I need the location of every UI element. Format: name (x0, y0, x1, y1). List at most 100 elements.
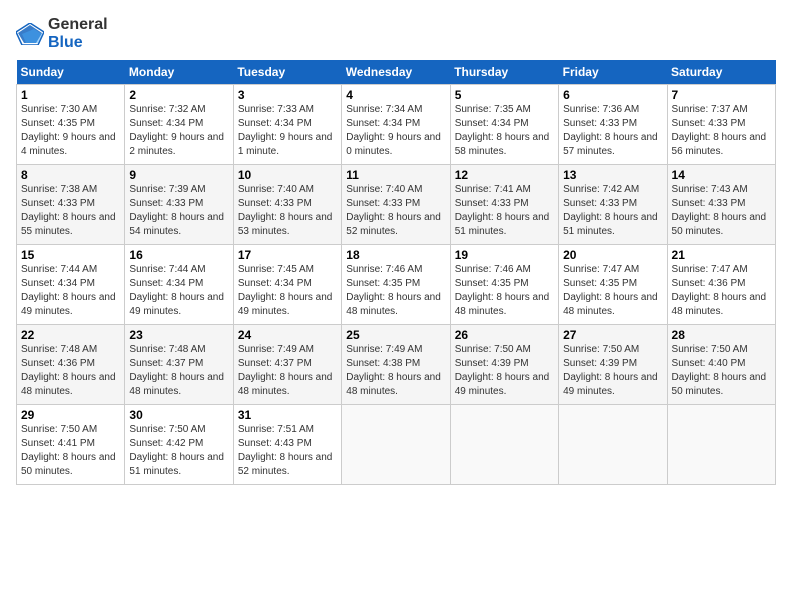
day-info: Sunrise: 7:48 AMSunset: 4:37 PMDaylight:… (129, 344, 224, 397)
day-info: Sunrise: 7:34 AMSunset: 4:34 PMDaylight:… (346, 104, 441, 157)
day-number: 6 (563, 88, 662, 102)
day-number: 4 (346, 88, 445, 102)
day-number: 10 (238, 168, 337, 182)
day-number: 16 (129, 248, 228, 262)
day-number: 27 (563, 328, 662, 342)
day-number: 25 (346, 328, 445, 342)
day-number: 24 (238, 328, 337, 342)
header: General Blue (16, 16, 776, 52)
day-info: Sunrise: 7:49 AMSunset: 4:38 PMDaylight:… (346, 344, 441, 397)
header-tuesday: Tuesday (233, 60, 341, 85)
day-info: Sunrise: 7:51 AMSunset: 4:43 PMDaylight:… (238, 424, 333, 477)
calendar-cell: 6 Sunrise: 7:36 AMSunset: 4:33 PMDayligh… (559, 85, 667, 165)
header-sunday: Sunday (17, 60, 125, 85)
calendar-cell: 23 Sunrise: 7:48 AMSunset: 4:37 PMDaylig… (125, 325, 233, 405)
day-info: Sunrise: 7:32 AMSunset: 4:34 PMDaylight:… (129, 104, 224, 157)
calendar-cell: 13 Sunrise: 7:42 AMSunset: 4:33 PMDaylig… (559, 165, 667, 245)
day-number: 28 (672, 328, 771, 342)
calendar-cell: 28 Sunrise: 7:50 AMSunset: 4:40 PMDaylig… (667, 325, 775, 405)
day-number: 29 (21, 408, 120, 422)
calendar-cell (450, 405, 558, 485)
calendar-cell: 30 Sunrise: 7:50 AMSunset: 4:42 PMDaylig… (125, 405, 233, 485)
calendar-cell: 16 Sunrise: 7:44 AMSunset: 4:34 PMDaylig… (125, 245, 233, 325)
calendar-week-row: 29 Sunrise: 7:50 AMSunset: 4:41 PMDaylig… (17, 405, 776, 485)
calendar-cell: 1 Sunrise: 7:30 AMSunset: 4:35 PMDayligh… (17, 85, 125, 165)
day-number: 14 (672, 168, 771, 182)
calendar-cell (559, 405, 667, 485)
logo-blue: Blue (48, 34, 83, 51)
day-number: 13 (563, 168, 662, 182)
weekday-header-row: Sunday Monday Tuesday Wednesday Thursday… (17, 60, 776, 85)
day-info: Sunrise: 7:35 AMSunset: 4:34 PMDaylight:… (455, 104, 550, 157)
day-number: 31 (238, 408, 337, 422)
day-info: Sunrise: 7:50 AMSunset: 4:39 PMDaylight:… (455, 344, 550, 397)
day-number: 3 (238, 88, 337, 102)
calendar-cell: 11 Sunrise: 7:40 AMSunset: 4:33 PMDaylig… (342, 165, 450, 245)
day-info: Sunrise: 7:30 AMSunset: 4:35 PMDaylight:… (21, 104, 116, 157)
day-info: Sunrise: 7:44 AMSunset: 4:34 PMDaylight:… (21, 264, 116, 317)
calendar-cell: 22 Sunrise: 7:48 AMSunset: 4:36 PMDaylig… (17, 325, 125, 405)
calendar-week-row: 15 Sunrise: 7:44 AMSunset: 4:34 PMDaylig… (17, 245, 776, 325)
header-friday: Friday (559, 60, 667, 85)
calendar-cell: 9 Sunrise: 7:39 AMSunset: 4:33 PMDayligh… (125, 165, 233, 245)
header-monday: Monday (125, 60, 233, 85)
calendar-cell: 8 Sunrise: 7:38 AMSunset: 4:33 PMDayligh… (17, 165, 125, 245)
day-info: Sunrise: 7:50 AMSunset: 4:42 PMDaylight:… (129, 424, 224, 477)
calendar-cell: 12 Sunrise: 7:41 AMSunset: 4:33 PMDaylig… (450, 165, 558, 245)
day-info: Sunrise: 7:50 AMSunset: 4:40 PMDaylight:… (672, 344, 767, 397)
day-info: Sunrise: 7:43 AMSunset: 4:33 PMDaylight:… (672, 184, 767, 237)
day-number: 22 (21, 328, 120, 342)
day-number: 30 (129, 408, 228, 422)
day-info: Sunrise: 7:39 AMSunset: 4:33 PMDaylight:… (129, 184, 224, 237)
calendar-cell: 25 Sunrise: 7:49 AMSunset: 4:38 PMDaylig… (342, 325, 450, 405)
day-number: 15 (21, 248, 120, 262)
day-number: 8 (21, 168, 120, 182)
day-number: 9 (129, 168, 228, 182)
page-container: General Blue Sunday Monday Tuesday Wedne… (0, 0, 792, 493)
calendar-cell (667, 405, 775, 485)
day-number: 21 (672, 248, 771, 262)
header-saturday: Saturday (667, 60, 775, 85)
day-info: Sunrise: 7:46 AMSunset: 4:35 PMDaylight:… (346, 264, 441, 317)
calendar-cell: 7 Sunrise: 7:37 AMSunset: 4:33 PMDayligh… (667, 85, 775, 165)
calendar-table: Sunday Monday Tuesday Wednesday Thursday… (16, 60, 776, 485)
day-info: Sunrise: 7:41 AMSunset: 4:33 PMDaylight:… (455, 184, 550, 237)
day-info: Sunrise: 7:47 AMSunset: 4:36 PMDaylight:… (672, 264, 767, 317)
day-number: 5 (455, 88, 554, 102)
calendar-cell (342, 405, 450, 485)
header-wednesday: Wednesday (342, 60, 450, 85)
day-number: 2 (129, 88, 228, 102)
day-info: Sunrise: 7:42 AMSunset: 4:33 PMDaylight:… (563, 184, 658, 237)
calendar-cell: 20 Sunrise: 7:47 AMSunset: 4:35 PMDaylig… (559, 245, 667, 325)
day-info: Sunrise: 7:36 AMSunset: 4:33 PMDaylight:… (563, 104, 658, 157)
day-number: 7 (672, 88, 771, 102)
calendar-week-row: 1 Sunrise: 7:30 AMSunset: 4:35 PMDayligh… (17, 85, 776, 165)
calendar-cell: 29 Sunrise: 7:50 AMSunset: 4:41 PMDaylig… (17, 405, 125, 485)
calendar-cell: 15 Sunrise: 7:44 AMSunset: 4:34 PMDaylig… (17, 245, 125, 325)
day-info: Sunrise: 7:37 AMSunset: 4:33 PMDaylight:… (672, 104, 767, 157)
calendar-cell: 4 Sunrise: 7:34 AMSunset: 4:34 PMDayligh… (342, 85, 450, 165)
logo-icon (16, 23, 44, 45)
calendar-cell: 21 Sunrise: 7:47 AMSunset: 4:36 PMDaylig… (667, 245, 775, 325)
day-number: 26 (455, 328, 554, 342)
calendar-cell: 26 Sunrise: 7:50 AMSunset: 4:39 PMDaylig… (450, 325, 558, 405)
day-number: 1 (21, 88, 120, 102)
day-info: Sunrise: 7:46 AMSunset: 4:35 PMDaylight:… (455, 264, 550, 317)
calendar-cell: 10 Sunrise: 7:40 AMSunset: 4:33 PMDaylig… (233, 165, 341, 245)
day-info: Sunrise: 7:44 AMSunset: 4:34 PMDaylight:… (129, 264, 224, 317)
day-number: 18 (346, 248, 445, 262)
day-info: Sunrise: 7:47 AMSunset: 4:35 PMDaylight:… (563, 264, 658, 317)
day-number: 19 (455, 248, 554, 262)
calendar-cell: 5 Sunrise: 7:35 AMSunset: 4:34 PMDayligh… (450, 85, 558, 165)
day-number: 11 (346, 168, 445, 182)
calendar-cell: 19 Sunrise: 7:46 AMSunset: 4:35 PMDaylig… (450, 245, 558, 325)
day-info: Sunrise: 7:40 AMSunset: 4:33 PMDaylight:… (238, 184, 333, 237)
day-info: Sunrise: 7:33 AMSunset: 4:34 PMDaylight:… (238, 104, 333, 157)
calendar-week-row: 22 Sunrise: 7:48 AMSunset: 4:36 PMDaylig… (17, 325, 776, 405)
calendar-cell: 3 Sunrise: 7:33 AMSunset: 4:34 PMDayligh… (233, 85, 341, 165)
day-info: Sunrise: 7:50 AMSunset: 4:41 PMDaylight:… (21, 424, 116, 477)
day-info: Sunrise: 7:45 AMSunset: 4:34 PMDaylight:… (238, 264, 333, 317)
day-info: Sunrise: 7:49 AMSunset: 4:37 PMDaylight:… (238, 344, 333, 397)
day-number: 17 (238, 248, 337, 262)
calendar-cell: 2 Sunrise: 7:32 AMSunset: 4:34 PMDayligh… (125, 85, 233, 165)
